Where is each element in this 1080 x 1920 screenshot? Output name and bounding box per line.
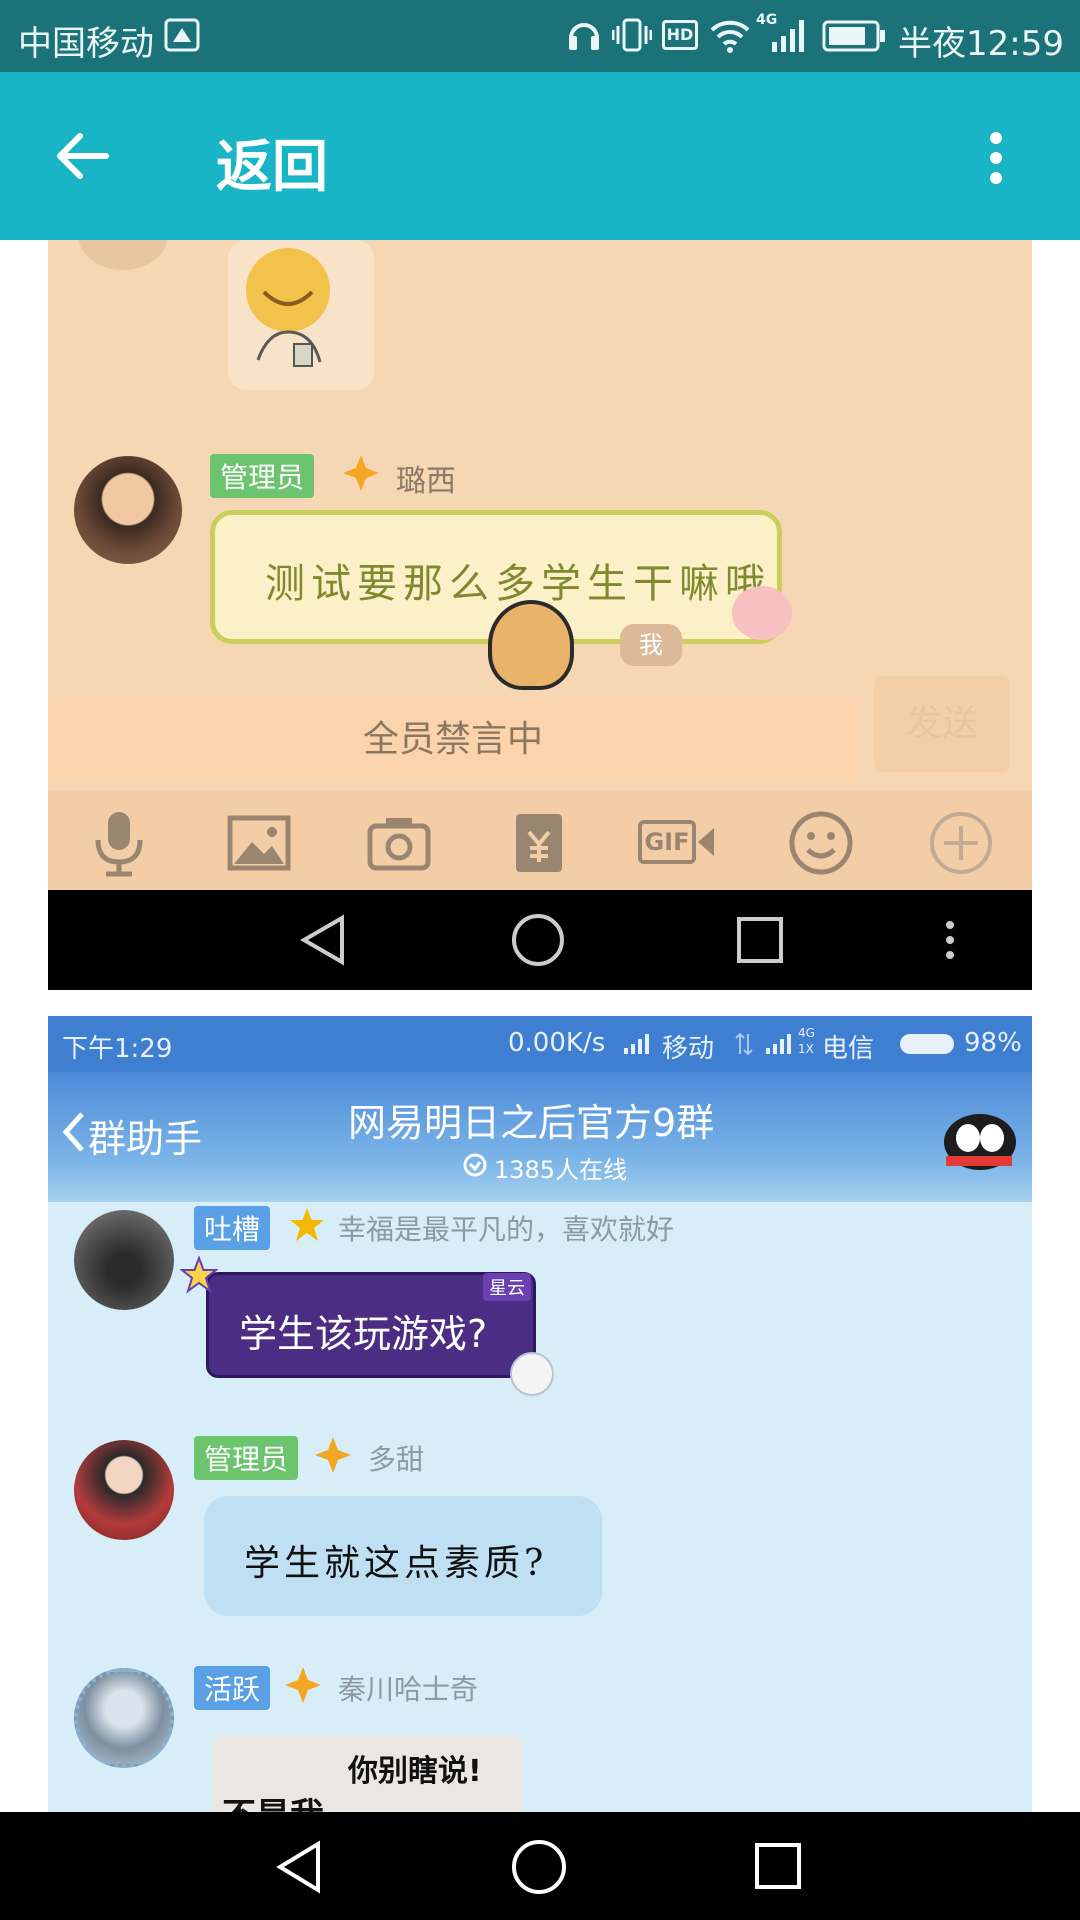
message-bubble: 学生该玩游戏? 星云 — [206, 1272, 536, 1378]
status-bar: 中国移动 HD 4G 半夜12:59 — [0, 0, 1080, 72]
hd-icon: HD — [662, 20, 698, 50]
chat-screenshot-2: 下午1:29 0.00K/s 移动 4G 1X 电信 98% 群助手 网易明日之… — [48, 1016, 1032, 1812]
home-circle-icon[interactable] — [510, 1838, 568, 1896]
back-label[interactable]: 群助手 — [88, 1108, 202, 1163]
sender-name: 多甜 — [368, 1443, 425, 1476]
huawei-icon — [164, 18, 200, 52]
member-badge: 吐槽 — [194, 1206, 271, 1250]
avatar — [78, 240, 168, 270]
sticker-text-2: 不是我 — [222, 1788, 324, 1812]
group-chat-header: 群助手 网易明日之后官方9群 1385人在线 — [48, 1072, 1032, 1202]
avatar-frame-character — [488, 600, 574, 690]
group-name: 网易明日之后官方9群 — [348, 1101, 715, 1145]
message-text: 学生就这点素质? — [244, 1543, 548, 1584]
s2-battery: 98% — [964, 1028, 1022, 1058]
sticker-image: 你别瞎说! 不是我 — [212, 1736, 522, 1812]
menu-dots-icon — [946, 921, 954, 959]
input-toolbar: GIF — [48, 790, 1032, 890]
signal-icon — [766, 1034, 791, 1054]
s2-time: 下午1:29 — [62, 1034, 173, 1064]
gif-icon[interactable]: GIF — [638, 808, 714, 878]
sender-name: 璐西 — [396, 464, 456, 499]
avatar — [74, 1668, 174, 1768]
plus-icon[interactable] — [926, 808, 996, 878]
s2-carrier-2: 电信 — [822, 1034, 875, 1064]
image-icon[interactable] — [224, 808, 294, 878]
recents-square-icon[interactable] — [754, 1842, 802, 1890]
wifi-icon — [710, 20, 750, 53]
camera-icon[interactable] — [364, 808, 434, 878]
recents-square-icon — [737, 917, 783, 963]
sticker-text-1: 你别瞎说! — [348, 1754, 482, 1789]
online-count: 1385人在线 — [494, 1156, 628, 1184]
send-button[interactable]: 发送 — [874, 676, 1010, 772]
chat-screenshot-1: 管理员 璐西 测试要那么多学生干嘛哦 我 发送 全员禁言中 GIF — [48, 240, 1032, 890]
sender-name: 秦川哈士奇 — [338, 1673, 479, 1706]
avatar — [74, 1210, 174, 1310]
sticker-image — [228, 240, 374, 390]
red-packet-icon[interactable] — [504, 808, 574, 878]
vibrate-icon — [612, 18, 652, 52]
level-star-icon — [290, 1208, 324, 1241]
back-triangle-icon — [300, 914, 344, 966]
s2-carrier-1: 移动 — [662, 1034, 715, 1064]
navigation-bar — [0, 1812, 1080, 1920]
screenshot-1-navigation-bar — [48, 890, 1032, 990]
penguin-icon[interactable] — [938, 1108, 1020, 1172]
cat-sticker — [510, 1352, 554, 1396]
bubble-tag: 星云 — [483, 1273, 531, 1301]
level-star-icon — [315, 1437, 351, 1473]
s2-speed: 0.00K/s — [508, 1028, 606, 1058]
avatar — [74, 1440, 174, 1540]
avatar — [74, 456, 182, 564]
signal-icon — [624, 1034, 649, 1054]
microphone-icon[interactable] — [84, 808, 154, 878]
gif-label: GIF — [638, 820, 696, 864]
more-options-icon[interactable] — [984, 128, 1008, 188]
back-triangle-icon[interactable] — [274, 1840, 324, 1894]
battery-icon — [900, 1034, 954, 1054]
home-circle-icon — [512, 914, 564, 966]
message-text: 学生该玩游戏? — [239, 1312, 488, 1356]
chevron-left-icon[interactable] — [60, 1110, 86, 1154]
clock: 半夜12:59 — [898, 24, 1064, 64]
member-badge: 活跃 — [194, 1666, 271, 1710]
screenshot-2-status-bar: 下午1:29 0.00K/s 移动 4G 1X 电信 98% — [48, 1016, 1032, 1072]
signal-icon — [772, 20, 804, 52]
star-decoration-icon — [180, 1256, 218, 1294]
admin-badge: 管理员 — [210, 454, 315, 498]
headset-icon — [569, 23, 599, 50]
page-title: 返回 — [216, 135, 328, 200]
emoji-icon[interactable] — [786, 808, 856, 878]
mute-status-bar: 全员禁言中 — [48, 700, 858, 780]
level-star-icon — [285, 1667, 321, 1703]
message-bubble: 学生就这点素质? — [204, 1496, 602, 1616]
battery-icon — [822, 20, 885, 52]
pig-sticker — [732, 586, 792, 640]
back-arrow-icon[interactable] — [54, 130, 110, 182]
s2-network-type: 4G — [798, 1026, 815, 1040]
me-tag: 我 — [620, 624, 682, 666]
level-star-icon — [343, 455, 379, 491]
s2-network-sub: 1X — [798, 1042, 814, 1056]
online-check-icon — [463, 1153, 487, 1177]
sender-name: 幸福是最平凡的，喜欢就好 — [338, 1213, 675, 1246]
carrier-label: 中国移动 — [18, 24, 154, 64]
app-bar: 返回 — [0, 72, 1080, 240]
data-arrows-icon — [735, 1032, 753, 1056]
admin-badge: 管理员 — [194, 1436, 299, 1480]
message-text: 测试要那么多学生干嘛哦 — [265, 561, 771, 607]
